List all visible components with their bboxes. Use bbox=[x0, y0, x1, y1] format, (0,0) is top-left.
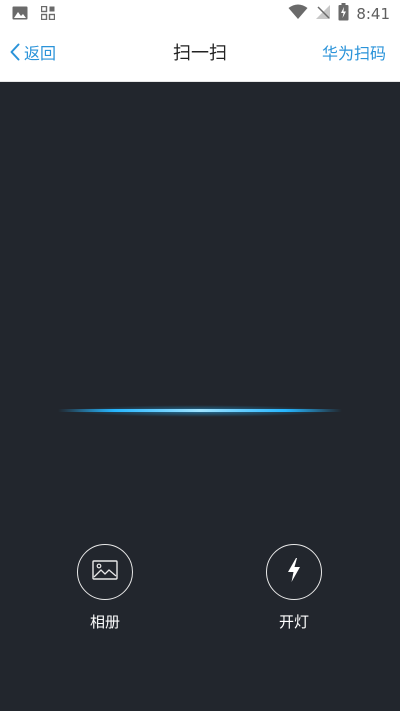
nav-bar: 返回 扫一扫 华为扫码 bbox=[0, 28, 400, 82]
no-signal-icon bbox=[315, 4, 331, 24]
battery-charging-icon bbox=[338, 3, 349, 25]
lightning-icon bbox=[287, 558, 301, 586]
album-button[interactable]: 相册 bbox=[65, 544, 145, 632]
album-circle[interactable] bbox=[77, 544, 133, 600]
scan-line-core bbox=[58, 409, 342, 412]
picture-icon bbox=[92, 560, 118, 584]
wifi-icon bbox=[288, 4, 308, 24]
image-icon bbox=[12, 5, 28, 24]
status-left-icons bbox=[12, 5, 56, 24]
scan-viewfinder: 相册 开灯 bbox=[0, 82, 400, 711]
flashlight-circle[interactable] bbox=[266, 544, 322, 600]
status-right-icons: 8:41 bbox=[288, 3, 390, 25]
huawei-scan-button[interactable]: 华为扫码 bbox=[322, 42, 386, 66]
qr-grid-icon bbox=[40, 5, 56, 24]
status-time: 8:41 bbox=[356, 5, 390, 23]
album-label: 相册 bbox=[89, 613, 120, 631]
flashlight-button[interactable]: 开灯 bbox=[254, 544, 334, 632]
flashlight-label: 开灯 bbox=[278, 613, 309, 631]
scan-line bbox=[58, 405, 342, 417]
status-bar: 8:41 bbox=[0, 0, 400, 28]
